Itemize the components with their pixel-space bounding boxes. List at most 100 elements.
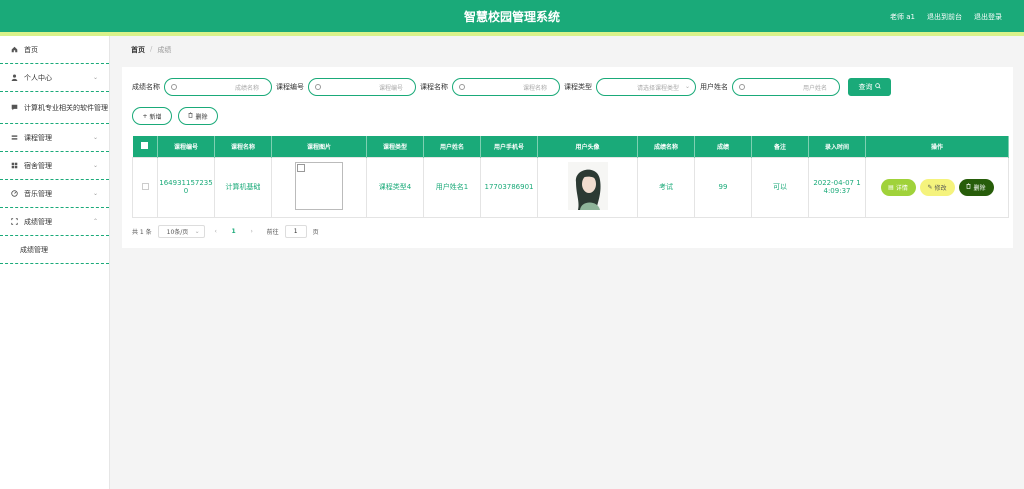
search-icon bbox=[459, 84, 465, 90]
sidebar-item-course[interactable]: 课程管理 ⌄ bbox=[0, 124, 109, 152]
score-name-input[interactable]: 成绩名称 bbox=[164, 78, 272, 96]
course-no-input[interactable]: 课程编号 bbox=[308, 78, 416, 96]
sidebar-item-home[interactable]: 首页 bbox=[0, 36, 109, 64]
sidebar-item-dorm[interactable]: 宿舍管理 ⌄ bbox=[0, 152, 109, 180]
sidebar-item-label: 成绩管理 bbox=[24, 217, 52, 226]
breadcrumb-home[interactable]: 首页 bbox=[131, 45, 145, 55]
chevron-down-icon: ⌄ bbox=[92, 162, 98, 169]
sidebar-item-label: 课程管理 bbox=[24, 133, 52, 142]
course-name-input[interactable]: 课程名称 bbox=[452, 78, 560, 96]
query-button[interactable]: 查询 bbox=[848, 78, 891, 96]
app-title: 智慧校园管理系统 bbox=[463, 10, 560, 24]
edit-button-label: 修改 bbox=[934, 184, 947, 192]
chevron-down-icon: ⌄ bbox=[92, 190, 98, 197]
column-header: 课程图片 bbox=[271, 136, 367, 157]
chevron-down-icon: ⌄ bbox=[194, 228, 200, 235]
search-label-course-type: 课程类型 bbox=[564, 83, 592, 91]
sidebar-item-profile[interactable]: 个人中心 ⌄ bbox=[0, 64, 109, 92]
cell-operations: ▤ 详情 ✎ 修改 删除 bbox=[865, 156, 1009, 218]
column-header: 操作 bbox=[865, 136, 1009, 157]
next-page-button[interactable]: › bbox=[247, 228, 257, 235]
cell-remark: 可以 bbox=[751, 156, 809, 218]
sidebar-item-grades[interactable]: 成绩管理 ⌃ bbox=[0, 208, 109, 236]
column-header: 录入时间 bbox=[808, 136, 866, 157]
pagination: 共 1 条 10条/页 ⌄ ‹ 1 › 前往 1 页 bbox=[132, 225, 319, 238]
column-header: 成绩名称 bbox=[637, 136, 695, 157]
trash-icon bbox=[966, 183, 971, 191]
column-header: 成绩 bbox=[694, 136, 752, 157]
user-name-input[interactable]: 用户姓名 bbox=[732, 78, 840, 96]
sidebar-subitem-grades[interactable]: 成绩管理 bbox=[0, 236, 109, 264]
page-number[interactable]: 1 bbox=[227, 228, 241, 235]
search-icon bbox=[171, 84, 177, 90]
user-label: 老师 a1 bbox=[890, 13, 915, 21]
cell-score: 99 bbox=[694, 156, 752, 218]
search-label-score-name: 成绩名称 bbox=[132, 83, 160, 91]
column-header: 课程名称 bbox=[214, 136, 272, 157]
course-no-placeholder: 课程编号 bbox=[378, 85, 403, 92]
plus-icon: + bbox=[142, 112, 148, 120]
query-button-label: 查询 bbox=[858, 83, 873, 91]
logout-link[interactable]: 退出登录 bbox=[974, 12, 1002, 22]
row-checkbox[interactable] bbox=[141, 182, 149, 190]
select-all-checkbox[interactable] bbox=[141, 141, 149, 149]
cell-course-name: 计算机基础 bbox=[214, 156, 272, 218]
search-icon bbox=[739, 84, 745, 90]
sidebar: 首页 个人中心 ⌄ 计算机专业相关的软件管理 课程管理 ⌄ 宿舍管理 ⌄ 音乐管… bbox=[0, 36, 110, 489]
cell-course-no: 164931157235 0 bbox=[157, 156, 215, 218]
sidebar-item-software[interactable]: 计算机专业相关的软件管理 bbox=[0, 92, 109, 124]
row-select-cell[interactable] bbox=[132, 156, 158, 218]
top-links: 老师 a1 退出到前台 退出登录 bbox=[890, 12, 1002, 22]
batch-delete-button[interactable]: 删除 bbox=[178, 107, 218, 125]
scores-table: 课程编号 课程名称 课程图片 课程类型 用户姓名 用户手机号 用户头像 成绩名称… bbox=[132, 136, 1009, 218]
edit-button[interactable]: ✎ 修改 bbox=[919, 178, 955, 196]
delete-row-button[interactable]: 删除 bbox=[958, 178, 994, 196]
search-icon bbox=[874, 83, 881, 91]
page-size-select[interactable]: 10条/页 ⌄ bbox=[157, 225, 205, 238]
entry-time-line-2: 4:09:37 bbox=[823, 187, 851, 195]
table-row: 164931157235 0 计算机基础 课程类型4 用户姓名1 1770378… bbox=[132, 156, 1009, 218]
chevron-down-icon: ⌄ bbox=[684, 83, 690, 90]
user-name-placeholder: 用户姓名 bbox=[802, 85, 827, 92]
column-header: 用户手机号 bbox=[480, 136, 538, 157]
chevron-up-icon: ⌃ bbox=[92, 218, 98, 225]
page-suffix: 页 bbox=[312, 229, 319, 236]
search-icon bbox=[315, 84, 321, 90]
breadcrumb-current: 成绩 bbox=[157, 46, 172, 54]
column-header: 用户姓名 bbox=[423, 136, 481, 157]
sidebar-item-label: 计算机专业相关的软件管理 bbox=[24, 103, 108, 112]
course-no-line-1: 164931157235 bbox=[159, 179, 213, 187]
user-avatar bbox=[567, 162, 608, 210]
trash-icon bbox=[188, 112, 193, 120]
user-icon bbox=[11, 74, 18, 81]
column-header: 备注 bbox=[751, 136, 809, 157]
top-bar: 智慧校园管理系统 老师 a1 退出到前台 退出登录 bbox=[0, 0, 1024, 32]
score-name-placeholder: 成绩名称 bbox=[234, 85, 259, 92]
back-to-frontend-link[interactable]: 退出到前台 bbox=[927, 12, 962, 22]
column-header: 课程类型 bbox=[366, 136, 424, 157]
cell-course-type: 课程类型4 bbox=[366, 156, 424, 218]
search-bar: 成绩名称 成绩名称 课程编号 课程编号 课程名称 课程名称 课程类型 请选择课程… bbox=[132, 78, 891, 96]
entry-time-line-1: 2022-04-07 1 bbox=[813, 179, 861, 187]
prev-page-button[interactable]: ‹ bbox=[211, 228, 221, 235]
column-header: 课程编号 bbox=[157, 136, 215, 157]
table-header-row: 课程编号 课程名称 课程图片 课程类型 用户姓名 用户手机号 用户头像 成绩名称… bbox=[132, 136, 1009, 157]
goto-page-input[interactable]: 1 bbox=[284, 225, 307, 238]
action-bar: + 新增 删除 bbox=[132, 107, 218, 125]
course-no-line-2: 0 bbox=[183, 187, 189, 195]
row-actions: ▤ 详情 ✎ 修改 删除 bbox=[866, 178, 1008, 196]
main-panel: 成绩名称 成绩名称 课程编号 课程编号 课程名称 课程名称 课程类型 请选择课程… bbox=[122, 67, 1013, 248]
delete-row-button-label: 删除 bbox=[973, 184, 986, 192]
cell-course-image bbox=[271, 156, 367, 218]
detail-icon: ▤ bbox=[888, 183, 894, 191]
cell-score-name: 考试 bbox=[637, 156, 695, 218]
sidebar-item-label: 宿舍管理 bbox=[24, 161, 52, 170]
page-size-value: 10条/页 bbox=[166, 229, 189, 236]
course-type-select[interactable]: 请选择课程类型 ⌄ bbox=[596, 78, 696, 96]
add-button[interactable]: + 新增 bbox=[132, 107, 172, 125]
detail-button[interactable]: ▤ 详情 bbox=[880, 178, 916, 196]
course-type-placeholder: 请选择课程类型 bbox=[636, 85, 679, 92]
sidebar-item-music[interactable]: 音乐管理 ⌄ bbox=[0, 180, 109, 208]
select-all-cell[interactable] bbox=[132, 136, 158, 157]
music-icon bbox=[11, 190, 18, 197]
